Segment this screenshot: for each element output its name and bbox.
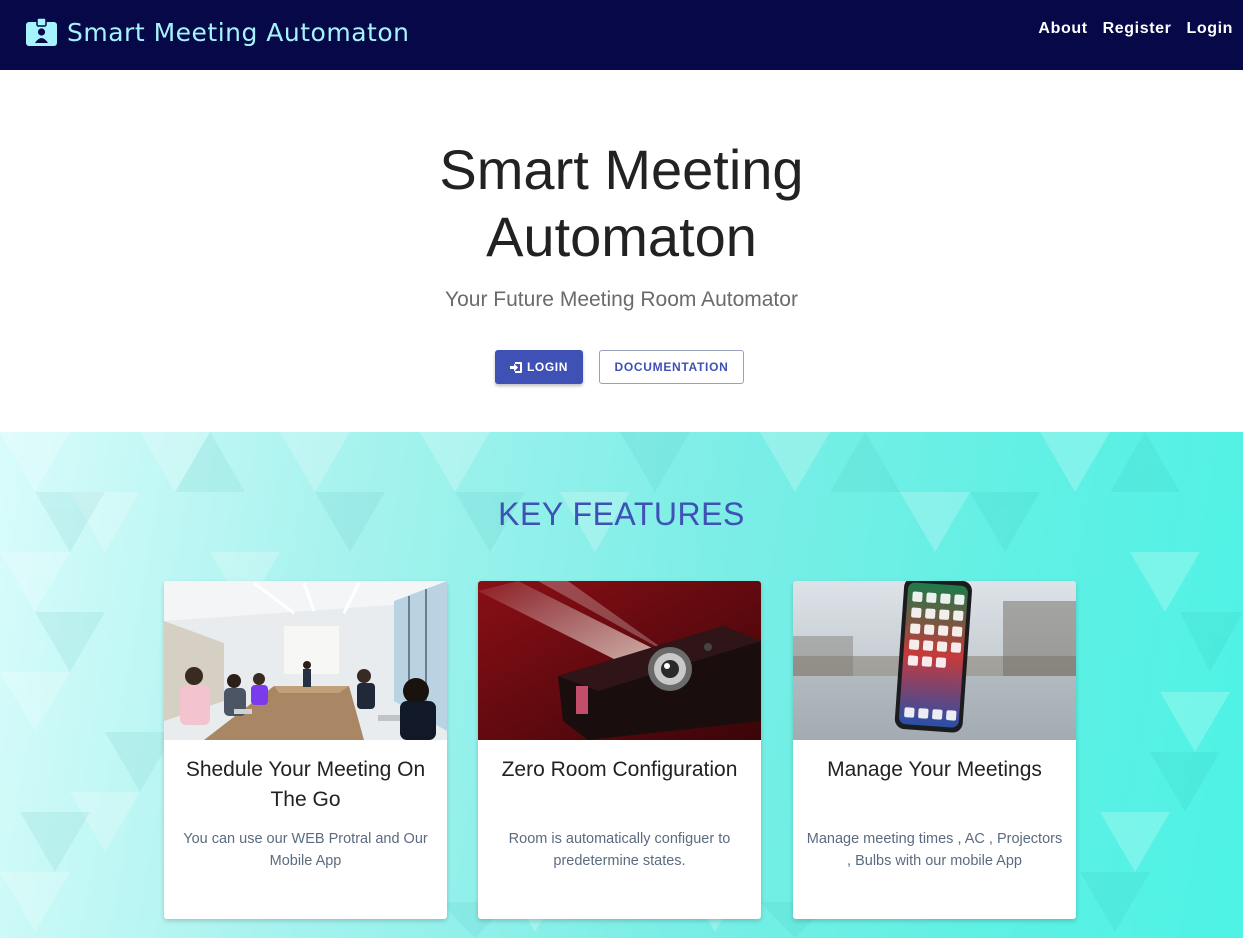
nav-link-about[interactable]: About: [1038, 20, 1087, 38]
hero-title-line2: Automaton: [486, 205, 757, 268]
hero-section: Smart Meeting Automaton Your Future Meet…: [0, 70, 1243, 432]
feature-card-title: Manage Your Meetings: [827, 758, 1042, 781]
feature-card-text: Manage meeting times , AC , Projectors ,…: [806, 831, 1063, 869]
feature-card-schedule[interactable]: Shedule Your Meeting On The Go You can u…: [164, 581, 447, 919]
documentation-button[interactable]: DOCUMENTATION: [599, 350, 744, 384]
feature-card-title: Shedule Your Meeting On The Go: [185, 758, 426, 811]
login-button-label: LOGIN: [527, 360, 568, 374]
navbar: Smart Meeting Automaton About Register L…: [0, 0, 1243, 70]
features-title: KEY FEATURES: [498, 496, 745, 532]
feature-card-title: Zero Room Configuration: [501, 758, 738, 781]
login-icon: [510, 361, 522, 373]
projector-photo: [478, 581, 761, 740]
login-button[interactable]: LOGIN: [495, 350, 583, 384]
feature-card-text: You can use our WEB Protral and Our Mobi…: [183, 831, 428, 869]
feature-card-configuration[interactable]: Zero Room Configuration Room is automati…: [478, 581, 761, 919]
nav-links: About Register Login: [1038, 20, 1233, 38]
nav-link-register[interactable]: Register: [1103, 20, 1172, 38]
hero-title-line1: Smart Meeting: [439, 138, 804, 201]
id-badge-icon: [26, 17, 57, 46]
hero-subtitle: Your Future Meeting Room Automator: [445, 288, 798, 311]
nav-link-login[interactable]: Login: [1186, 20, 1233, 38]
feature-card-text: Room is automatically configuer to prede…: [508, 831, 731, 869]
brand-title: Smart Meeting Automaton: [67, 17, 410, 47]
hero-title: Smart Meeting Automaton: [0, 136, 1243, 270]
conference-room-photo: [164, 581, 447, 740]
feature-card-manage[interactable]: Manage Your Meetings Manage meeting time…: [793, 581, 1076, 919]
smartphone-photo: [793, 581, 1076, 740]
brand[interactable]: Smart Meeting Automaton: [26, 16, 409, 48]
features-section: KEY FEATURES Shedule Your Meeting On The…: [0, 432, 1243, 938]
